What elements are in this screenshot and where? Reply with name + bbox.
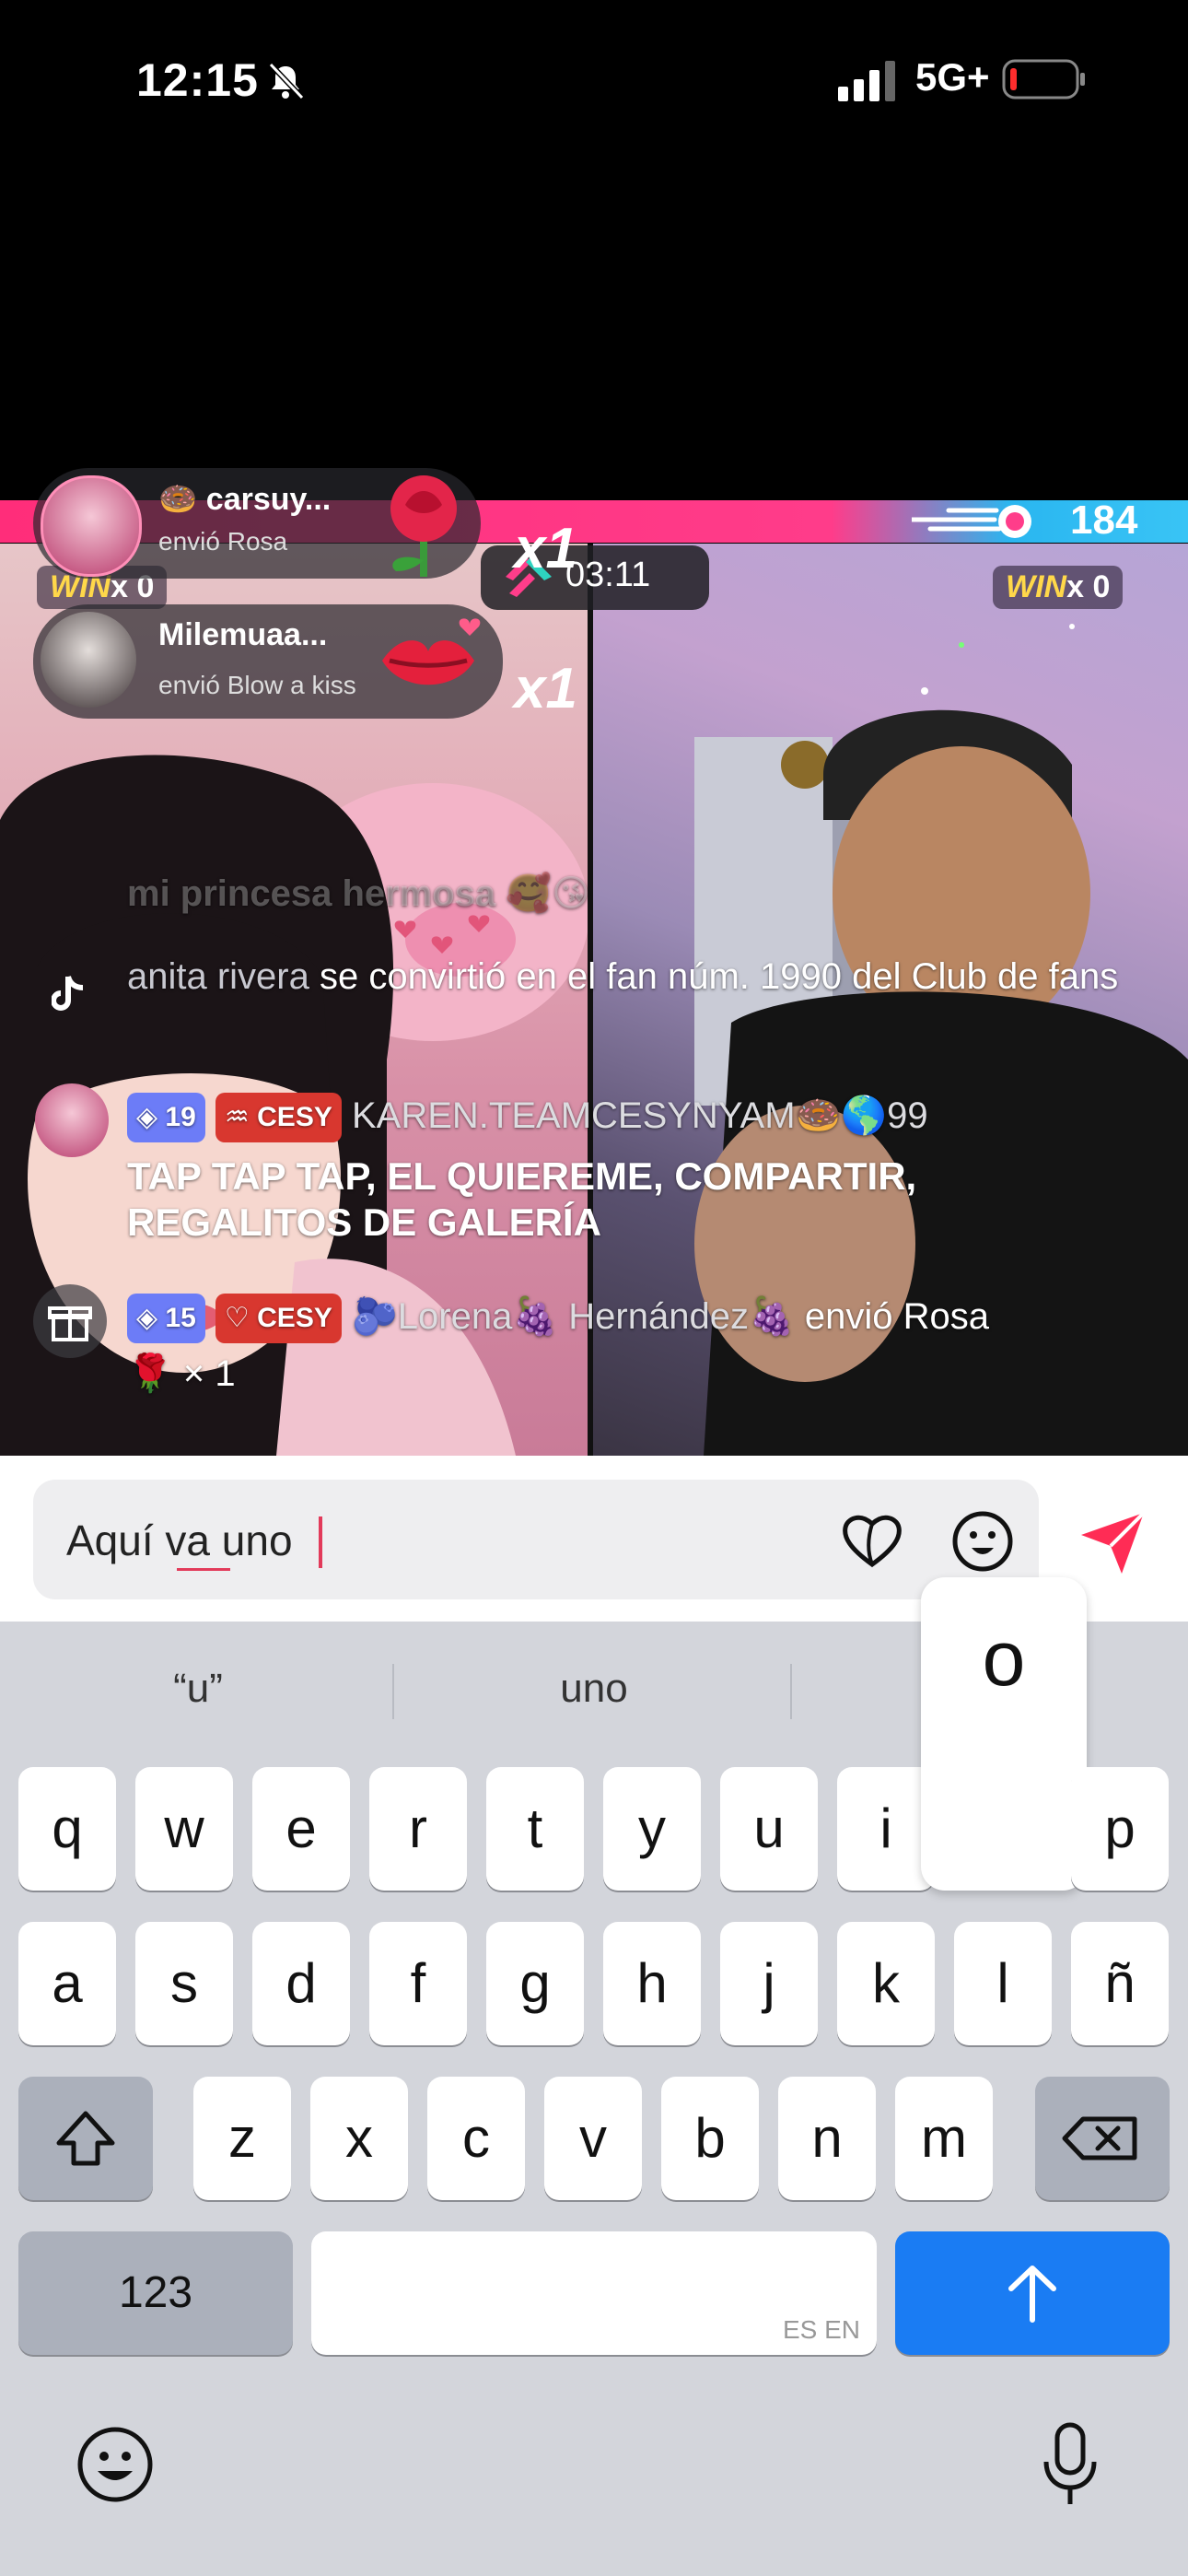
key-k[interactable]: k — [837, 1922, 935, 2045]
backspace-key[interactable] — [1035, 2077, 1170, 2200]
key-a[interactable]: a — [18, 1922, 116, 2045]
cellular-signal-icon — [838, 61, 895, 101]
chat-fan-notice: anita rivera se convirtió en el fan núm.… — [127, 956, 1119, 997]
key-m[interactable]: m — [895, 2077, 993, 2200]
gift-multiplier: x1 — [514, 657, 577, 720]
key-t[interactable]: t — [486, 1767, 584, 1891]
key-r[interactable]: r — [369, 1767, 467, 1891]
arrow-up-icon — [1008, 2266, 1056, 2323]
send-icon[interactable] — [1076, 1507, 1149, 1577]
chat-message: ◈ 19 ♒ CESY KAREN.TEAMCESYNYAM🍩🌎99 — [127, 1093, 1159, 1143]
spellcheck-underline — [177, 1568, 230, 1571]
suggestion-1[interactable]: “u” — [37, 1666, 359, 1712]
chat-message-faded: mi princesa hermosa 🥰😘 — [127, 873, 590, 914]
key-y[interactable]: y — [603, 1767, 701, 1891]
bell-slash-icon — [268, 62, 305, 100]
gifter-name: 🍩 carsuy... — [158, 482, 332, 517]
key-x[interactable]: x — [310, 2077, 408, 2200]
microphone-icon[interactable] — [1039, 2421, 1101, 2508]
key-s[interactable]: s — [135, 1922, 233, 2045]
gift-action: envió Blow a kiss — [158, 671, 356, 699]
key-c[interactable]: c — [427, 2077, 525, 2200]
chat-gift-message: ◈ 15 ♡ CESY 🫐Lorena🍇 Hernández🍇 envió Ro… — [127, 1294, 1159, 1344]
gift-box-icon — [48, 1306, 92, 1341]
key-z[interactable]: z — [193, 2077, 291, 2200]
emoji-keyboard-icon[interactable] — [76, 2425, 155, 2504]
key-h[interactable]: h — [603, 1922, 701, 2045]
level-badge: ◈ 19 — [127, 1093, 205, 1143]
shift-icon — [56, 2111, 115, 2166]
gifter-avatar[interactable] — [41, 475, 142, 577]
key-l[interactable]: l — [954, 1922, 1052, 2045]
status-time: 12:15 — [136, 54, 259, 106]
key-u[interactable]: u — [720, 1767, 818, 1891]
key-o: o — [982, 1615, 1026, 1702]
network-type: 5G+ — [915, 55, 990, 99]
heart-icon[interactable] — [840, 1511, 904, 1570]
fan-club-badge: ♡ CESY — [215, 1294, 342, 1344]
space-key[interactable]: ES EN — [311, 2231, 877, 2355]
space-language: ES EN — [782, 2315, 860, 2344]
key-n-tilde[interactable]: ñ — [1071, 1922, 1169, 2045]
numbers-key[interactable]: 123 — [18, 2231, 293, 2355]
gifter-name: Milemuaa... — [158, 617, 328, 652]
suggestion-2[interactable]: uno — [433, 1666, 755, 1712]
fan-club-badge: ♒ CESY — [215, 1093, 342, 1143]
commenter-avatar[interactable] — [35, 1083, 109, 1157]
suggestion-divider — [392, 1664, 394, 1719]
key-f[interactable]: f — [369, 1922, 467, 2045]
battery-low-icon — [1002, 59, 1085, 100]
key-g[interactable]: g — [486, 1922, 584, 2045]
gift-multiplier: x1 — [514, 517, 577, 580]
blow-kiss-gift-icon — [382, 618, 481, 685]
pk-timer: 03:11 — [565, 556, 651, 594]
suggestion-divider — [790, 1664, 792, 1719]
key-e[interactable]: e — [252, 1767, 350, 1891]
key-j[interactable]: j — [720, 1922, 818, 2045]
rose-gift-icon — [390, 475, 457, 577]
shift-key[interactable] — [18, 2077, 153, 2200]
key-p[interactable]: p — [1071, 1767, 1169, 1891]
pk-score-right: 184 — [1070, 498, 1138, 543]
key-o-popup[interactable]: o — [921, 1577, 1087, 1891]
emoji-icon[interactable] — [950, 1509, 1015, 1574]
level-badge: ◈ 15 — [127, 1294, 205, 1344]
key-n[interactable]: n — [778, 2077, 876, 2200]
key-q[interactable]: q — [18, 1767, 116, 1891]
right-win-count: WINx 0 — [993, 566, 1124, 609]
gift-button[interactable] — [33, 1284, 107, 1358]
backspace-icon — [1062, 2116, 1137, 2160]
commenter-name[interactable]: 🫐Lorena🍇 Hernández🍇 — [352, 1296, 795, 1337]
key-b[interactable]: b — [661, 2077, 759, 2200]
key-v[interactable]: v — [544, 2077, 642, 2200]
commenter-name[interactable]: KAREN.TEAMCESYNYAM🍩🌎99 — [352, 1095, 928, 1136]
streak-icon — [912, 505, 1031, 538]
gift-action: envió Rosa — [158, 527, 288, 556]
key-w[interactable]: w — [135, 1767, 233, 1891]
comment-input-text: Aquí va uno — [66, 1516, 293, 1564]
tiktok-icon — [52, 976, 84, 1011]
key-d[interactable]: d — [252, 1922, 350, 2045]
chat-gift-count: 🌹 × 1 — [127, 1353, 236, 1394]
gifter-avatar[interactable] — [41, 612, 136, 708]
chat-message-text: TAP TAP TAP, EL QUIEREME, COMPARTIR, REG… — [127, 1154, 917, 1244]
text-caret — [319, 1516, 322, 1568]
send-key[interactable] — [895, 2231, 1170, 2355]
